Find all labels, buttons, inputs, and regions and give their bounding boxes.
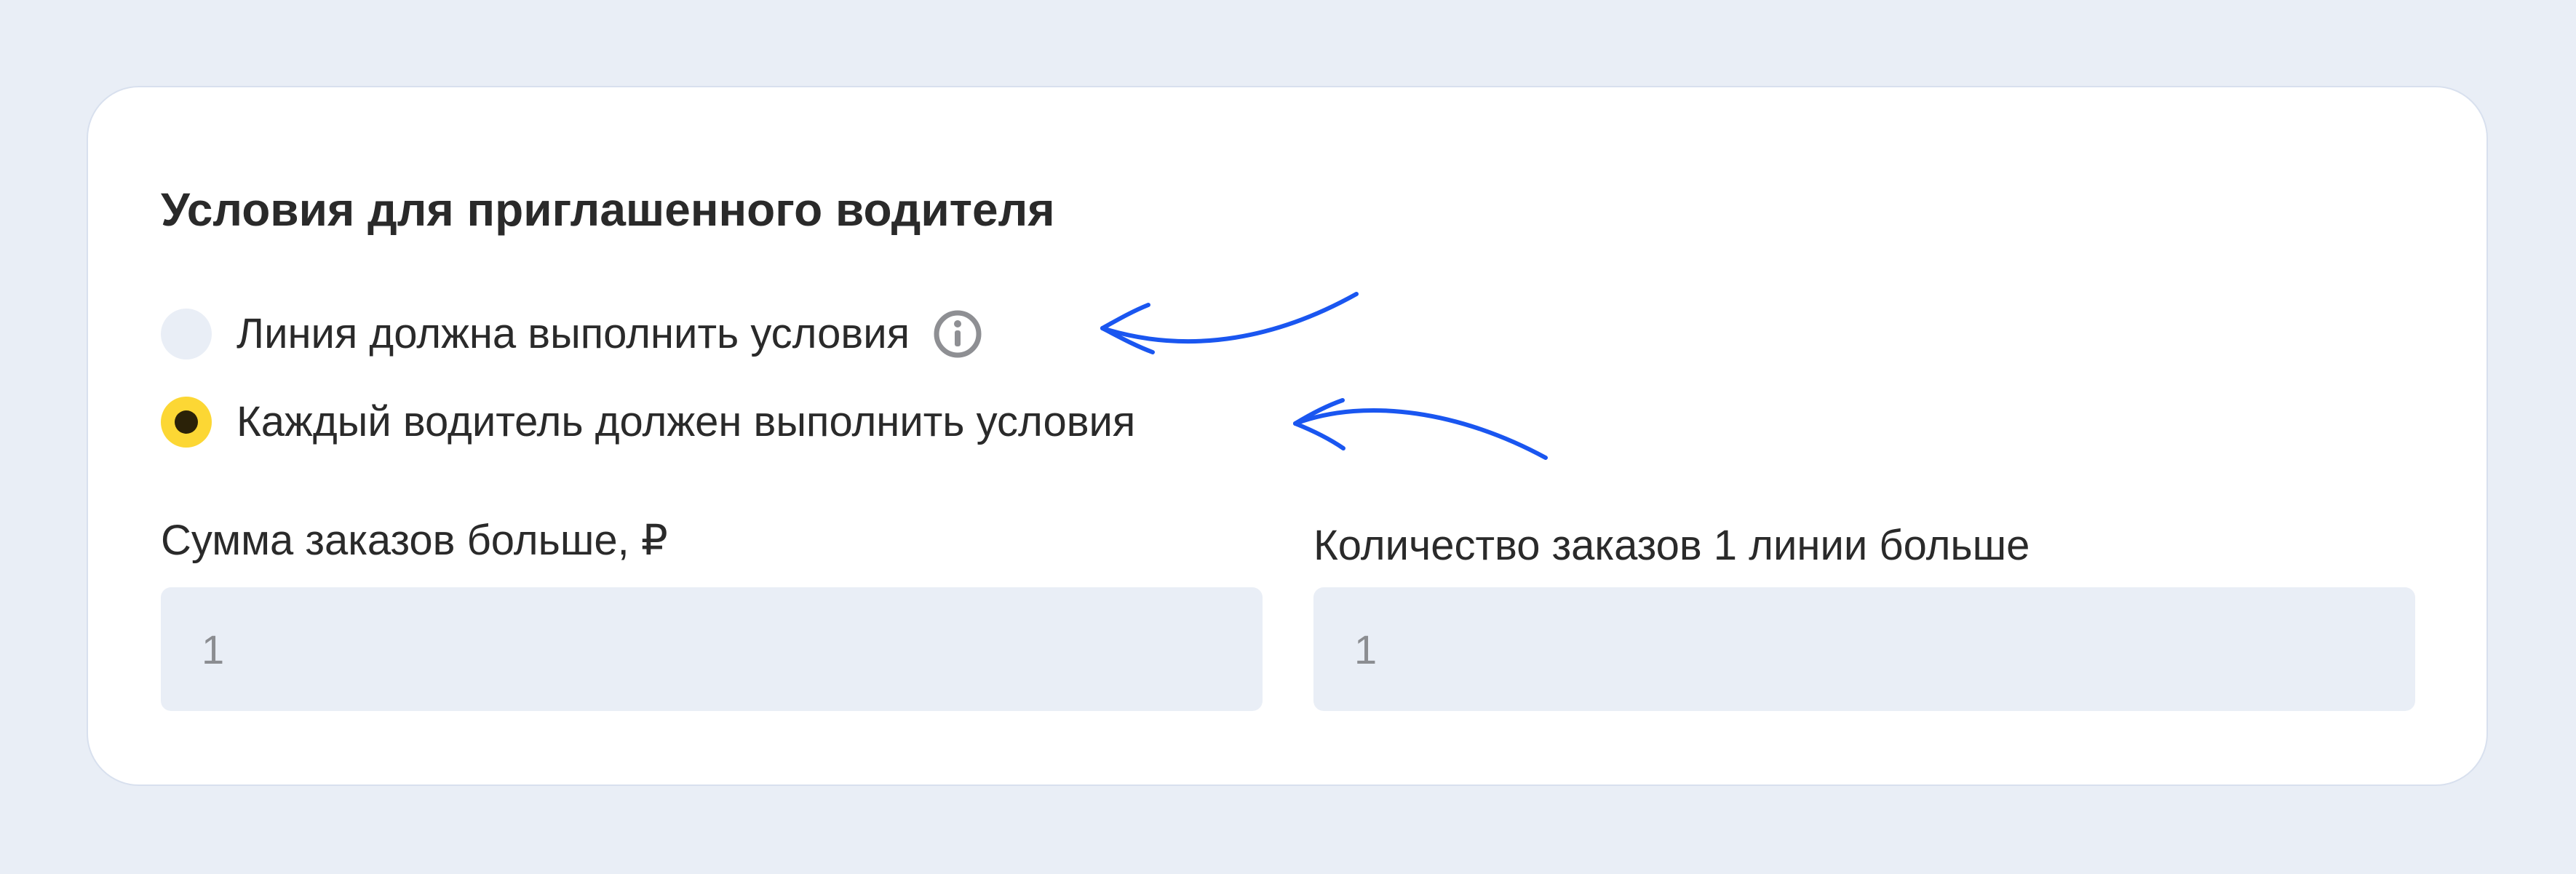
- orders-sum-label: Сумма заказов больше, ₽: [161, 517, 668, 564]
- radio-button-unselected[interactable]: [161, 309, 212, 359]
- orders-sum-input[interactable]: [161, 587, 1263, 711]
- radio-label-line: Линия должна выполнить условия: [236, 310, 910, 357]
- card-title: Условия для приглашенного водителя: [161, 183, 1055, 236]
- radio-label-each-driver: Каждый водитель должен выполнить условия: [236, 398, 1136, 445]
- radio-button-selected[interactable]: [161, 397, 212, 448]
- radio-selected-dot: [175, 410, 198, 434]
- orders-count-input[interactable]: [1313, 587, 2415, 711]
- orders-count-label: Количество заказов 1 линии больше: [1313, 522, 2030, 569]
- info-icon[interactable]: [931, 308, 984, 360]
- radio-option-each-driver[interactable]: Каждый водитель должен выполнить условия: [161, 397, 1135, 448]
- radio-option-line[interactable]: Линия должна выполнить условия: [161, 309, 984, 359]
